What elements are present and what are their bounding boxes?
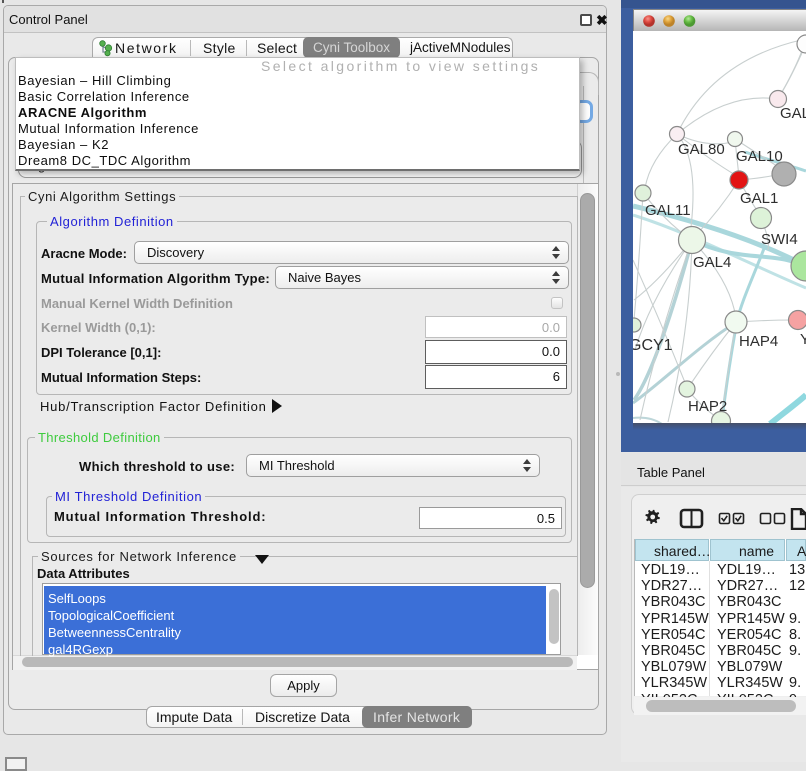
svg-text:HAP4: HAP4 [739,333,778,350]
svg-text:GAL1: GAL1 [740,190,778,207]
svg-text:GAL80: GAL80 [678,141,725,158]
svg-text:GAL11: GAL11 [645,202,691,219]
svg-text:GAL4: GAL4 [693,254,731,271]
svg-text:HAP2: HAP2 [688,398,727,415]
svg-text:GAL7: GAL7 [780,105,806,122]
svg-text:YB: YB [800,331,806,348]
svg-text:GAL10: GAL10 [736,148,783,165]
svg-text:SWI4: SWI4 [761,231,798,248]
svg-text:GCY1: GCY1 [633,337,673,354]
